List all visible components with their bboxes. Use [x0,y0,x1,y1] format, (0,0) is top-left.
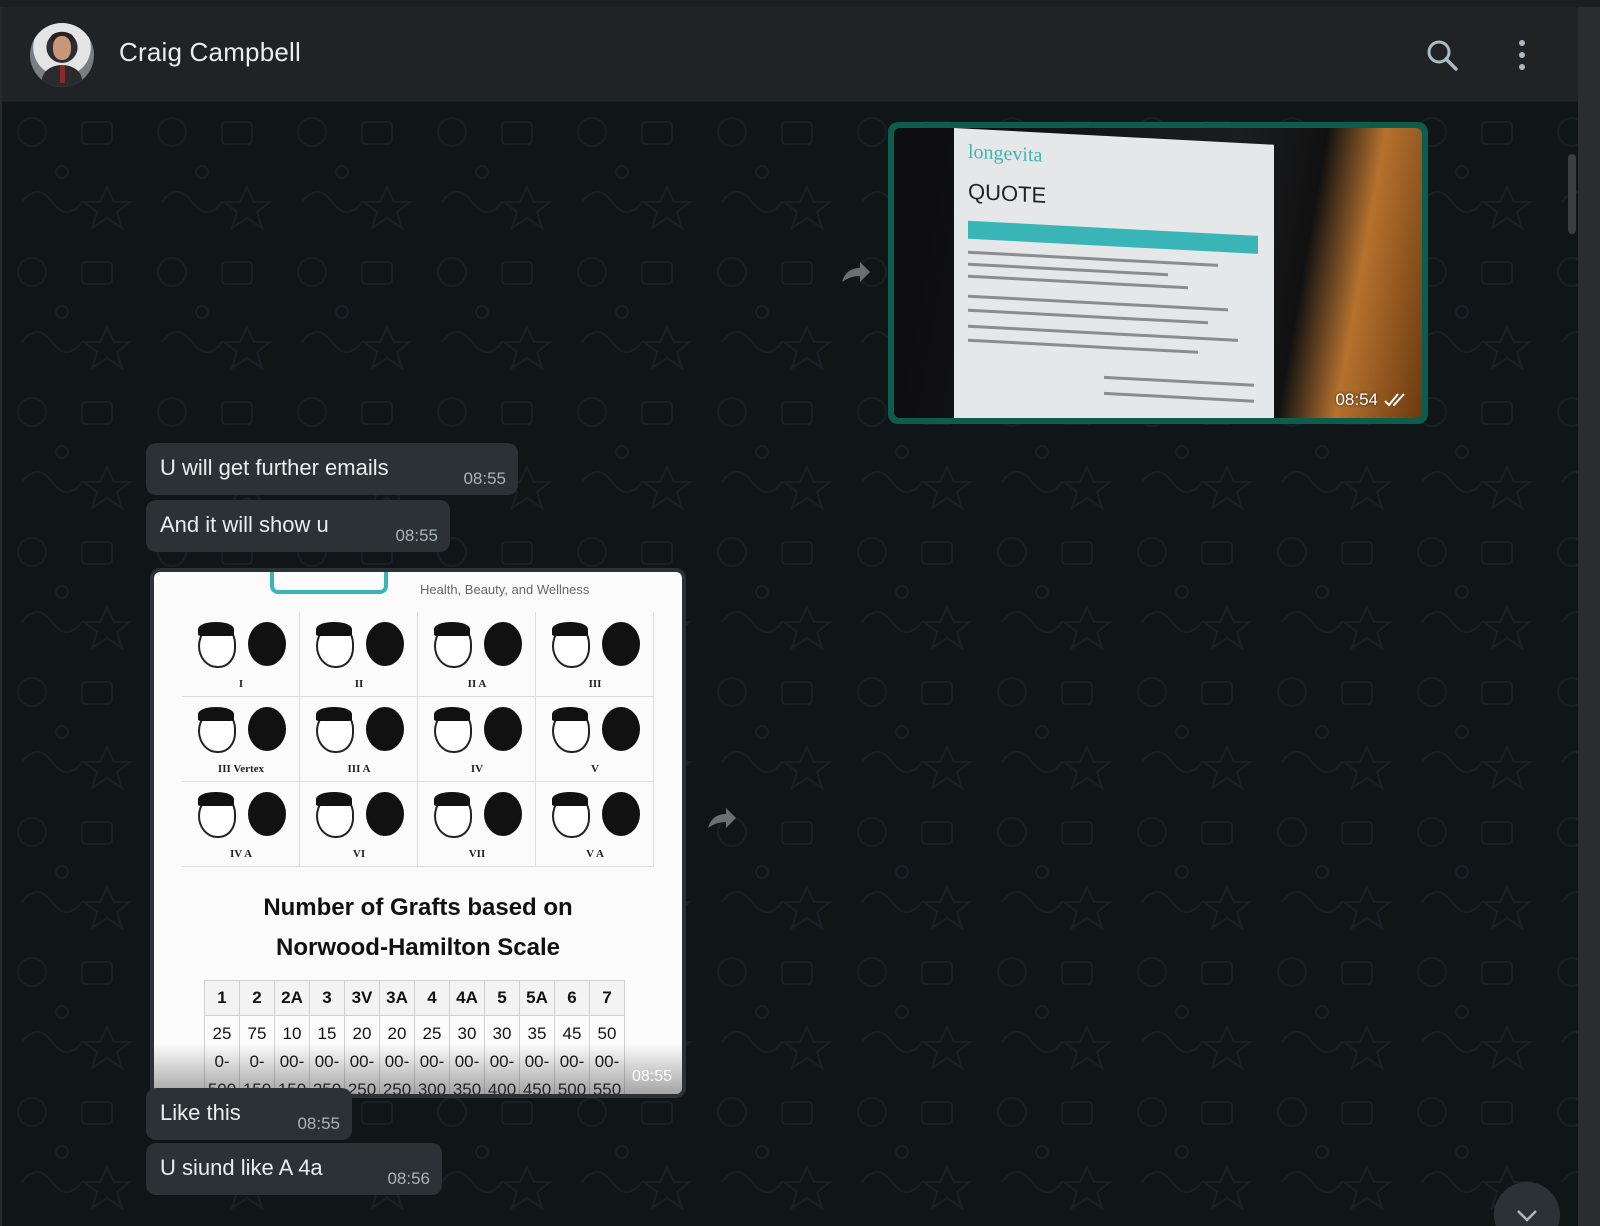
norwood-stage: II [300,612,418,697]
incoming-image-message[interactable]: Health, Beauty, and Wellness I II II A III I… [150,568,686,1098]
read-ticks-icon [1384,393,1405,407]
message-bubble[interactable]: U siund like A 4a 08:56 [146,1143,442,1195]
table-header-cell: 3 [309,980,345,1016]
norwood-stage: III [536,612,654,697]
norwood-label: II A [467,678,487,690]
message-bubble[interactable]: Like this 08:55 [146,1088,352,1140]
table-header-cell: 3V [344,980,380,1016]
norwood-stage: VI [300,782,418,867]
quote-photo[interactable]: longevita QUOTE 08:54 [894,128,1422,418]
norwood-chart-image[interactable]: Health, Beauty, and Wellness I II II A III I… [154,572,682,1094]
norwood-stage: IV A [182,782,300,867]
norwood-stage: I [182,612,300,697]
quote-logo: longevita [968,140,1043,167]
chart-title-line2: Norwood-Hamilton Scale [275,934,561,961]
chat-header: Craig Campbell [2,7,1578,102]
table-header-cell: 6 [554,980,590,1016]
message-time: 08:56 [387,1169,430,1188]
norwood-stage: IV [418,697,536,782]
table-header-cell: 3A [379,980,415,1016]
norwood-illustrations: I II II A III III Vertex III A IV V IV A VI VII V A [182,612,654,867]
norwood-stage: III A [300,697,418,782]
forward-icon[interactable] [838,258,872,288]
norwood-label: V [591,763,599,775]
message-meta: 08:54 [1335,390,1408,410]
forward-icon[interactable] [704,804,738,834]
norwood-label: III [588,678,602,690]
table-header-cell: 1 [204,980,240,1016]
norwood-stage: II A [418,612,536,697]
message-bubble[interactable]: And it will show u 08:55 [146,500,450,552]
table-header-cell: 7 [589,980,625,1016]
chart-title-line1: Number of Grafts based on [263,894,573,921]
message-list[interactable]: longevita QUOTE 08:54 U will get further… [2,102,1578,1226]
window-right-edge [1578,7,1600,1226]
contact-avatar[interactable] [30,23,94,87]
message-text: And it will show u [160,512,329,537]
table-header-cell: 5A [519,980,555,1016]
norwood-stage: V [536,697,654,782]
window-top-strip [0,0,1600,7]
norwood-label: I [238,678,244,690]
message-time: 08:55 [395,526,438,545]
message-time: 08:54 [1335,390,1378,409]
clinic-logo [270,572,388,594]
message-text: U will get further emails [160,455,389,480]
norwood-stage: V A [536,782,654,867]
clinic-tagline: Health, Beauty, and Wellness [420,582,590,597]
message-text: Like this [160,1100,241,1125]
contact-name[interactable]: Craig Campbell [119,37,301,68]
message-text: U siund like A 4a [160,1155,323,1180]
norwood-label: IV [470,763,484,775]
norwood-stage: III Vertex [182,697,300,782]
message-time: 08:55 [463,469,506,488]
table-header-cell: 4 [414,980,450,1016]
table-header-cell: 5 [484,980,520,1016]
norwood-stage: VII [418,782,536,867]
outgoing-image-message[interactable]: longevita QUOTE 08:54 [888,122,1428,424]
quote-title: QUOTE [968,178,1047,208]
menu-icon[interactable] [1504,37,1540,73]
message-bubble[interactable]: U will get further emails 08:55 [146,443,518,495]
table-header-cell: 2 [239,980,275,1016]
norwood-label: VI [352,848,366,860]
norwood-label: III A [347,763,371,775]
quote-document: longevita QUOTE [954,128,1274,418]
scrollbar-thumb[interactable] [1568,154,1576,234]
table-header-cell: 4A [449,980,485,1016]
table-header-cell: 2A [274,980,310,1016]
message-time: 08:55 [631,1068,672,1085]
norwood-label: VII [468,848,486,860]
chevron-down-icon [1517,1210,1537,1222]
norwood-label: IV A [229,848,253,860]
norwood-label: III Vertex [217,763,265,775]
norwood-label: V A [586,848,604,860]
search-icon[interactable] [1424,37,1460,73]
norwood-label: II [354,678,364,690]
message-time: 08:55 [297,1114,340,1133]
